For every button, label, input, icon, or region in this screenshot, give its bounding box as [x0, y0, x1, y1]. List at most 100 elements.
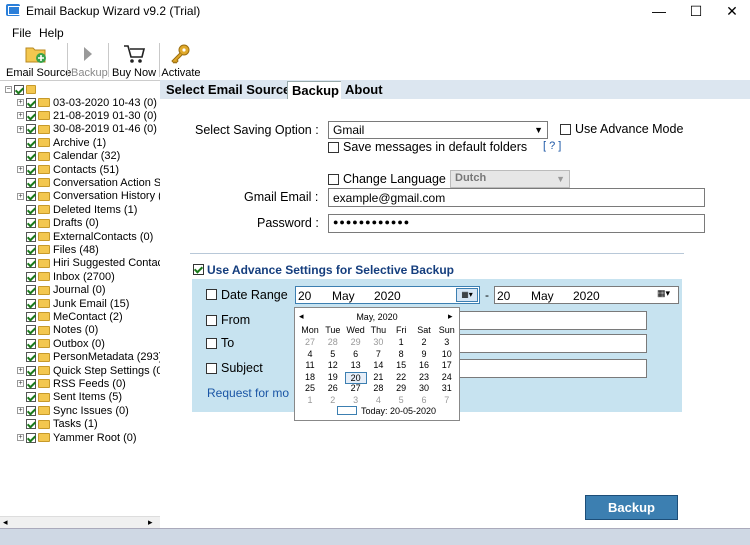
saving-option-select[interactable]: Gmail ▼: [328, 121, 548, 139]
scroll-left-icon[interactable]: ◂: [3, 517, 8, 528]
expand-icon[interactable]: +: [17, 125, 24, 133]
to-input[interactable]: [447, 334, 647, 353]
calendar-day[interactable]: 20: [344, 371, 367, 384]
tree-item-checkbox[interactable]: [26, 298, 36, 309]
tree-item-checkbox[interactable]: [26, 378, 36, 389]
tree-item[interactable]: +Deleted Items (1): [17, 203, 137, 216]
calendar-day[interactable]: 22: [390, 372, 412, 382]
expand-icon[interactable]: +: [17, 380, 24, 388]
tree-item-checkbox[interactable]: [26, 392, 36, 403]
calendar-day[interactable]: 13: [345, 360, 367, 370]
language-select[interactable]: Dutch ▼: [450, 170, 570, 188]
tree-root[interactable]: −: [5, 83, 39, 96]
calendar-day[interactable]: 18: [299, 372, 321, 382]
tree-item[interactable]: +Tasks (1): [17, 418, 98, 431]
calendar-day[interactable]: 15: [390, 360, 412, 370]
tree-item-checkbox[interactable]: [26, 311, 36, 322]
calendar-day[interactable]: 17: [436, 360, 458, 370]
use-advance-mode-checkbox[interactable]: [560, 124, 571, 135]
from-checkbox[interactable]: [206, 315, 217, 326]
tree-item[interactable]: + RSS Feeds (0): [17, 377, 126, 390]
close-button[interactable]: ✕: [714, 0, 750, 22]
activate-button[interactable]: Activate: [161, 41, 201, 81]
tree-item-checkbox[interactable]: [26, 419, 36, 430]
calendar-day[interactable]: 5: [322, 349, 344, 359]
calendar-day[interactable]: 25: [299, 383, 321, 393]
tab-select-email-source[interactable]: Select Email Source: [162, 81, 295, 99]
root-checkbox[interactable]: [14, 84, 24, 95]
date-to-picker[interactable]: 20 May 2020 ▦▾: [494, 286, 679, 304]
scroll-right-icon[interactable]: ▸: [148, 517, 153, 528]
calendar-dropdown-icon[interactable]: ▦▾: [657, 288, 670, 299]
tree-item-checkbox[interactable]: [26, 285, 36, 296]
tree-item-checkbox[interactable]: [26, 164, 36, 175]
gmail-email-input[interactable]: example@gmail.com: [328, 188, 705, 207]
minimize-button[interactable]: —: [641, 0, 677, 22]
calendar-day[interactable]: 24: [436, 372, 458, 382]
calendar-day[interactable]: 2: [413, 337, 435, 347]
calendar-day[interactable]: 2: [322, 395, 344, 405]
expand-icon[interactable]: +: [17, 166, 24, 173]
calendar-day[interactable]: 29: [390, 383, 412, 393]
tree-item[interactable]: + Quick Step Settings (0): [17, 364, 160, 377]
tab-about[interactable]: About: [341, 81, 387, 99]
tree-item[interactable]: +Sent Items (5): [17, 391, 122, 404]
expand-icon[interactable]: +: [17, 434, 24, 441]
tree-item-checkbox[interactable]: [26, 177, 36, 188]
maximize-button[interactable]: ☐: [678, 0, 714, 22]
tree-horizontal-scrollbar[interactable]: ◂ ▸: [0, 516, 160, 528]
tree-item[interactable]: +Outbox (0): [17, 337, 105, 350]
tree-item[interactable]: +ExternalContacts (0): [17, 230, 153, 243]
calendar-day[interactable]: 3: [345, 395, 367, 405]
buy-now-button[interactable]: Buy Now: [112, 41, 156, 81]
tree-item-checkbox[interactable]: [26, 325, 36, 336]
tree-item-checkbox[interactable]: [26, 365, 36, 376]
tree-item[interactable]: + Contacts (51): [17, 163, 119, 176]
backup-button[interactable]: Backup: [585, 495, 678, 520]
tree-item-checkbox[interactable]: [26, 124, 36, 135]
tree-item-checkbox[interactable]: [26, 258, 36, 269]
tree-item[interactable]: +MeContact (2): [17, 310, 123, 323]
calendar-day[interactable]: 1: [299, 395, 321, 405]
tree-item-checkbox[interactable]: [26, 432, 36, 443]
calendar-day[interactable]: 19: [322, 372, 344, 382]
tree-item-checkbox[interactable]: [26, 137, 36, 148]
calendar-day[interactable]: 30: [367, 337, 389, 347]
expand-icon[interactable]: +: [17, 112, 24, 120]
calendar-day[interactable]: 5: [390, 395, 412, 405]
expand-icon[interactable]: +: [17, 99, 24, 106]
tree-item-checkbox[interactable]: [26, 218, 36, 229]
tree-item-checkbox[interactable]: [26, 151, 36, 162]
calendar-day[interactable]: 21: [367, 372, 389, 382]
expand-icon[interactable]: +: [17, 407, 24, 415]
tree-item[interactable]: +Journal (0): [17, 284, 106, 297]
tree-item-checkbox[interactable]: [26, 271, 36, 282]
tree-item[interactable]: +21-08-2019 01-30 (0): [17, 109, 157, 122]
email-source-button[interactable]: Email Source: [6, 41, 71, 81]
today-link[interactable]: Today: 20-05-2020: [361, 406, 436, 416]
calendar-day[interactable]: 29: [345, 337, 367, 347]
next-month-icon[interactable]: ▸: [448, 311, 453, 322]
tree-item[interactable]: +Junk Email (15): [17, 297, 129, 310]
collapse-icon[interactable]: −: [5, 86, 12, 93]
calendar-day[interactable]: 26: [322, 383, 344, 393]
tree-item[interactable]: +30-08-2019 01-46 (0): [17, 123, 157, 136]
date-from-picker[interactable]: 20 May 2020 ▦▾: [295, 286, 480, 304]
backup-toolbar-button[interactable]: Backup: [71, 41, 108, 81]
calendar-day[interactable]: 28: [367, 383, 389, 393]
tree-item-checkbox[interactable]: [26, 338, 36, 349]
tree-item-checkbox[interactable]: [26, 110, 36, 121]
tree-item[interactable]: +Conversation Action Set: [17, 176, 160, 189]
calendar-day[interactable]: 28: [322, 337, 344, 347]
menu-help[interactable]: Help: [39, 26, 64, 40]
tree-item[interactable]: +Hiri Suggested Contacts: [17, 257, 160, 270]
calendar-day[interactable]: 6: [413, 395, 435, 405]
calendar-day[interactable]: 3: [436, 337, 458, 347]
calendar-day[interactable]: 1: [390, 337, 412, 347]
request-link[interactable]: Request for mo: [207, 386, 289, 400]
to-checkbox[interactable]: [206, 338, 217, 349]
tree-item-checkbox[interactable]: [26, 405, 36, 416]
date-range-checkbox[interactable]: [206, 289, 217, 300]
tree-item[interactable]: + Conversation History (0): [17, 190, 160, 203]
subject-input[interactable]: [447, 359, 647, 378]
